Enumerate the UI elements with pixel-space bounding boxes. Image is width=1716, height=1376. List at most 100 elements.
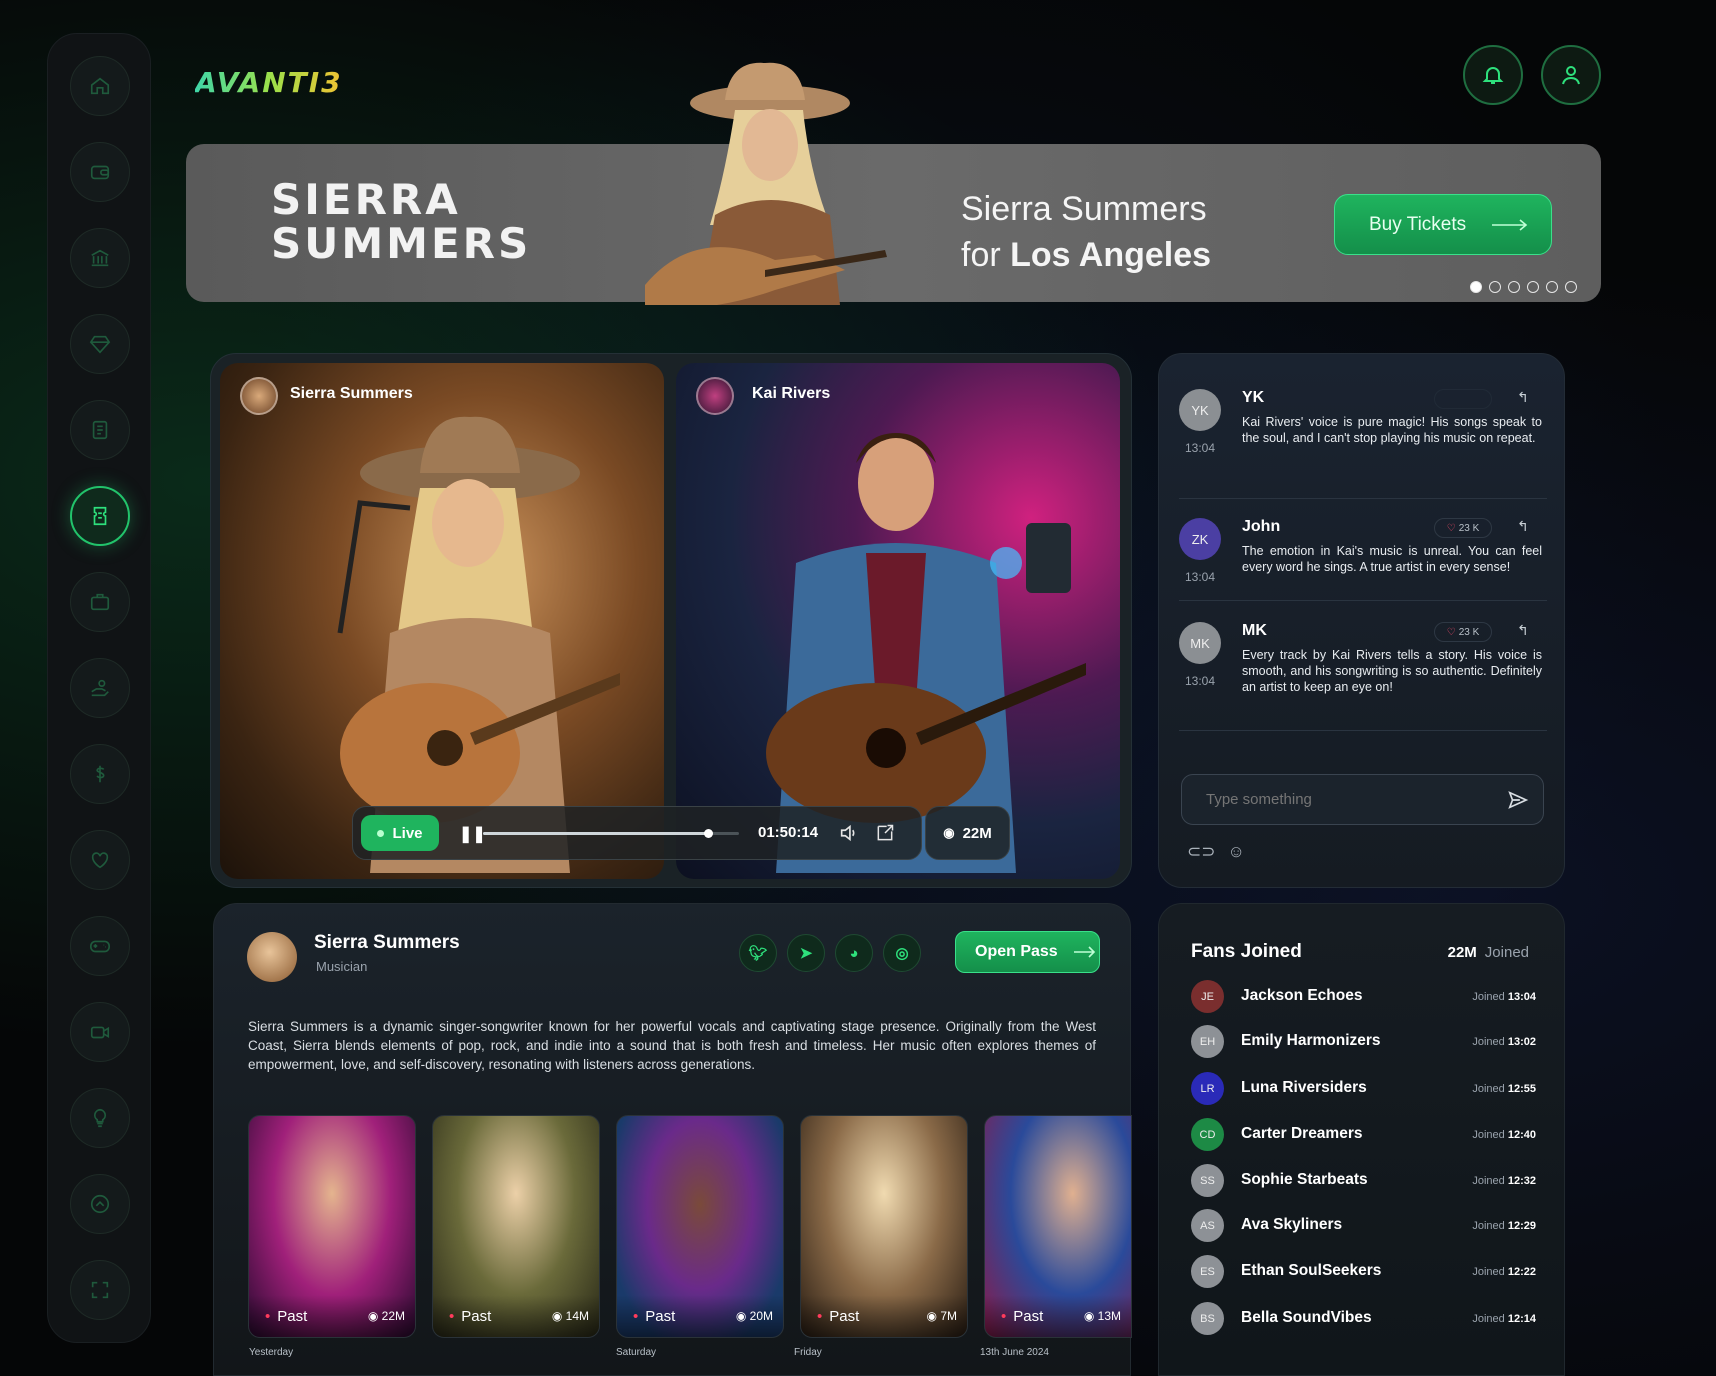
attachment-icon[interactable]: ⊂⊃ <box>1187 842 1216 862</box>
telegram-button[interactable]: ➤ <box>787 934 825 972</box>
pagination-dot[interactable] <box>1565 281 1577 293</box>
thumb-views-value: 7M <box>940 1309 957 1323</box>
video-feed-left[interactable]: Sierra Summers <box>220 363 664 879</box>
thumb-footer: Past ◉ 22M <box>249 1295 415 1337</box>
pagination-dot[interactable] <box>1508 281 1520 293</box>
viewer-count-value: 22M <box>962 824 992 842</box>
arrow-right-icon <box>1492 218 1528 231</box>
like-badge[interactable] <box>1434 389 1492 409</box>
sidebar-item-up[interactable] <box>70 1174 130 1234</box>
sidebar-item-donate[interactable] <box>70 658 130 718</box>
past-stream-thumb[interactable]: Past ◉ 13M <box>984 1115 1132 1338</box>
buy-tickets-button[interactable]: Buy Tickets <box>1334 194 1552 255</box>
live-badge[interactable]: Live <box>361 815 439 851</box>
pagination-dot[interactable] <box>1546 281 1558 293</box>
progress-track[interactable] <box>483 829 739 838</box>
banner-subtitle: Sierra Summers for Los Angeles <box>961 186 1211 278</box>
thumb-status: Past <box>1001 1308 1043 1325</box>
fan-row[interactable]: JE Jackson Echoes Joined 13:04 <box>1191 980 1536 1014</box>
reply-icon[interactable]: ↰ <box>1517 389 1529 406</box>
banner-city: Los Angeles <box>1010 236 1212 274</box>
reply-icon[interactable]: ↰ <box>1517 518 1529 535</box>
sidebar-item-fullscreen[interactable] <box>70 1260 130 1320</box>
pagination-dot[interactable] <box>1527 281 1539 293</box>
sidebar-item-heart[interactable] <box>70 830 130 890</box>
fan-row[interactable]: CD Carter Dreamers Joined 12:40 <box>1191 1118 1536 1152</box>
page: AVANTI3 SIERRA SUMMERS Sierra Summers for… <box>0 0 1716 1376</box>
sidebar-item-home[interactable] <box>70 56 130 116</box>
app-logo[interactable]: AVANTI3 <box>195 66 343 99</box>
chat-time: 13:04 <box>1185 570 1216 584</box>
notifications-button[interactable] <box>1463 45 1523 105</box>
sidebar-item-diamond[interactable] <box>70 314 130 374</box>
sidebar-item-dollar[interactable] <box>70 744 130 804</box>
like-badge[interactable]: ♡ 23 K <box>1434 622 1492 642</box>
send-icon[interactable] <box>1507 789 1529 811</box>
fan-name: Emily Harmonizers <box>1241 1032 1381 1049</box>
performer-avatar <box>696 377 734 415</box>
profile-button[interactable] <box>1541 45 1601 105</box>
past-stream-thumb[interactable]: Past ◉ 7M <box>800 1115 968 1338</box>
reply-icon[interactable]: ↰ <box>1517 622 1529 639</box>
fan-row[interactable]: LR Luna Riversiders Joined 12:55 <box>1191 1072 1536 1106</box>
open-pass-button[interactable]: Open Pass <box>955 931 1100 973</box>
chat-author: John <box>1242 518 1281 535</box>
fan-row[interactable]: BS Bella SoundVibes Joined 12:14 <box>1191 1302 1536 1336</box>
share-screen-icon[interactable] <box>875 823 895 843</box>
fan-avatar: ES <box>1191 1255 1224 1288</box>
home-icon <box>90 77 110 95</box>
fan-avatar: BS <box>1191 1302 1224 1335</box>
live-label: Live <box>392 824 423 842</box>
lightbulb-icon <box>93 1108 107 1128</box>
bell-icon <box>1482 67 1504 84</box>
pagination-dot[interactable] <box>1470 281 1482 293</box>
pause-button[interactable]: ❚❚ <box>459 824 486 844</box>
sidebar-item-ticket[interactable] <box>70 486 130 546</box>
sidebar-item-gamepad[interactable] <box>70 916 130 976</box>
past-stream-thumb[interactable]: Past ◉ 14M <box>432 1115 600 1338</box>
sidebar-item-receipt[interactable] <box>70 400 130 460</box>
chat-avatar: YK <box>1179 389 1221 431</box>
live-dot <box>377 829 385 837</box>
fan-joined: Joined 12:14 <box>1472 1313 1536 1325</box>
like-badge[interactable]: ♡ 23 K <box>1434 518 1492 538</box>
twitter-button[interactable]: 🐦︎ <box>739 934 777 972</box>
fan-row[interactable]: ES Ethan SoulSeekers Joined 12:22 <box>1191 1255 1536 1289</box>
pause-icon: ❚❚ <box>459 826 486 843</box>
fan-joined-label: Joined <box>1472 1175 1505 1187</box>
chat-message: MK 13:04 MK ♡ 23 K ↰ Every track by Kai R… <box>1179 622 1547 712</box>
fan-name: Jackson Echoes <box>1241 987 1363 1004</box>
sidebar-item-lightbulb[interactable] <box>70 1088 130 1148</box>
progress-knob[interactable] <box>704 829 714 838</box>
thumb-footer: Past ◉ 7M <box>801 1295 967 1337</box>
fan-row[interactable]: AS Ava Skyliners Joined 12:29 <box>1191 1209 1536 1243</box>
volume-icon[interactable] <box>838 822 860 844</box>
sidebar-item-video[interactable] <box>70 1002 130 1062</box>
past-stream-thumb[interactable]: Past ◉ 22M <box>248 1115 416 1338</box>
reddit-button[interactable]: ◕ <box>835 934 873 972</box>
sidebar-item-bank[interactable] <box>70 228 130 288</box>
artist-profile-panel: Sierra Summers Musician 🐦︎ ➤ ◕ ◎ Open Pa… <box>213 903 1132 1376</box>
sidebar-item-briefcase[interactable] <box>70 572 130 632</box>
progress-fill <box>483 832 709 835</box>
chat-input-box[interactable] <box>1181 774 1544 825</box>
past-stream-thumb[interactable]: Past ◉ 20M <box>616 1115 784 1338</box>
banner-pagination <box>1470 281 1577 293</box>
fan-joined-time: 13:04 <box>1507 991 1536 1003</box>
bank-icon <box>91 249 109 267</box>
gamepad-icon <box>90 940 110 953</box>
sidebar-item-wallet[interactable] <box>70 142 130 202</box>
fan-joined-label: Joined <box>1472 1036 1505 1048</box>
fan-row[interactable]: EH Emily Harmonizers Joined 13:02 <box>1191 1025 1536 1059</box>
emoji-icon[interactable]: ☺ <box>1228 842 1245 862</box>
instagram-button[interactable]: ◎ <box>883 934 921 972</box>
fan-row[interactable]: SS Sophie Starbeats Joined 12:32 <box>1191 1164 1536 1198</box>
chat-time: 13:04 <box>1185 674 1216 688</box>
heart-icon: ♡ <box>1446 626 1456 638</box>
pagination-dot[interactable] <box>1489 281 1501 293</box>
thumb-status: Past <box>449 1308 491 1325</box>
chat-input[interactable] <box>1206 791 1486 808</box>
video-feed-right[interactable]: Kai Rivers <box>676 363 1120 879</box>
briefcase-icon <box>90 593 110 611</box>
donate-icon <box>91 679 109 697</box>
